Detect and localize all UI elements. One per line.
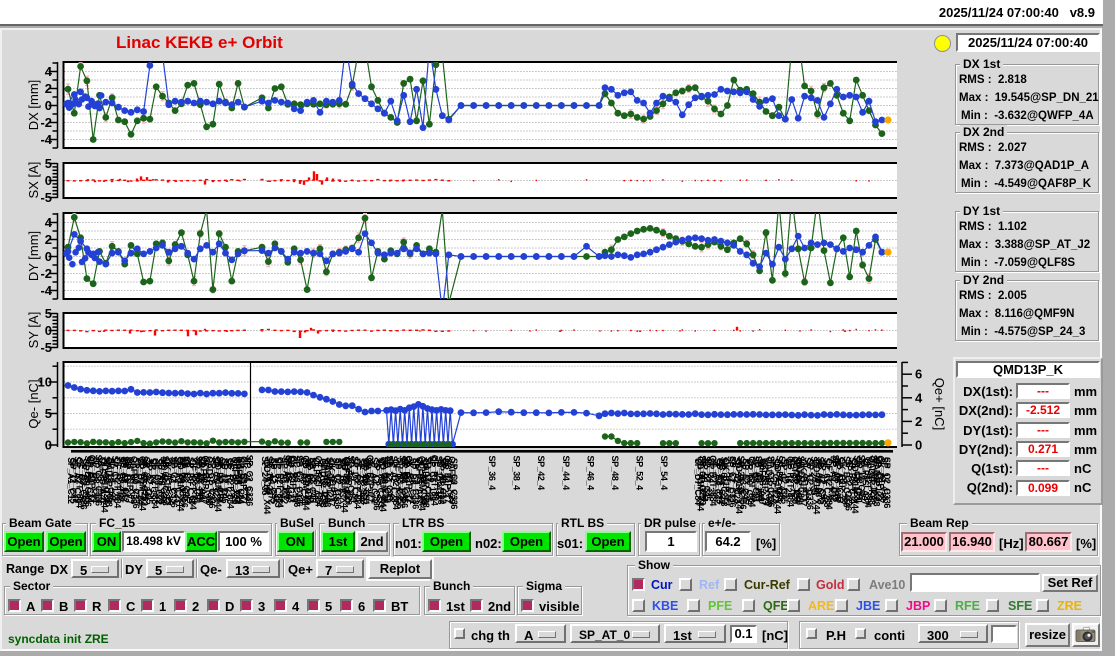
svg-text:SP_44_4: SP_44_4 — [561, 456, 571, 491]
svg-text:5: 5 — [45, 306, 52, 321]
svg-text:2: 2 — [45, 81, 52, 96]
svg-text:0: 0 — [45, 249, 52, 264]
svg-text:SP_36_4: SP_36_4 — [487, 456, 497, 491]
svg-text:2: 2 — [45, 232, 52, 247]
svg-text:0: 0 — [45, 173, 52, 188]
svg-text:SP_C2_C336: SP_C2_C336 — [882, 457, 892, 508]
svg-text:SP_38_4: SP_38_4 — [512, 456, 522, 491]
svg-text:Qe- [nC]: Qe- [nC] — [26, 379, 41, 428]
svg-text:SP_54_4: SP_54_4 — [659, 456, 669, 491]
svg-text:SP_C2_C336: SP_C2_C336 — [449, 458, 459, 509]
svg-text:-2: -2 — [40, 115, 52, 130]
svg-text:2: 2 — [915, 414, 922, 429]
svg-text:0: 0 — [45, 98, 52, 113]
svg-text:0: 0 — [45, 323, 52, 338]
svg-text:4: 4 — [915, 390, 923, 405]
svg-text:SP_46_4: SP_46_4 — [585, 456, 595, 491]
svg-text:5: 5 — [45, 156, 52, 171]
svg-text:-4: -4 — [40, 283, 52, 298]
svg-text:0: 0 — [45, 438, 52, 453]
svg-text:4: 4 — [45, 215, 53, 230]
svg-text:4: 4 — [45, 64, 53, 79]
svg-text:6: 6 — [915, 367, 922, 382]
svg-text:-5: -5 — [40, 190, 52, 205]
svg-text:0: 0 — [915, 438, 922, 453]
svg-text:-5: -5 — [40, 340, 52, 355]
svg-text:SP_48_4: SP_48_4 — [610, 456, 620, 491]
svg-text:SP_C2_C336: SP_C2_C336 — [245, 455, 255, 506]
svg-text:SX [A]: SX [A] — [26, 162, 41, 199]
svg-text:-4: -4 — [40, 132, 52, 147]
svg-text:SY [A]: SY [A] — [26, 312, 41, 349]
svg-text:5: 5 — [45, 406, 52, 421]
svg-text:DY [mm]: DY [mm] — [26, 231, 41, 281]
svg-text:DX [mm]: DX [mm] — [26, 80, 41, 131]
svg-text:SP_52_4: SP_52_4 — [635, 456, 645, 491]
svg-text:-2: -2 — [40, 266, 52, 281]
svg-text:Qe+ [nC]: Qe+ [nC] — [932, 378, 947, 430]
svg-text:SP_42_4: SP_42_4 — [536, 456, 546, 491]
